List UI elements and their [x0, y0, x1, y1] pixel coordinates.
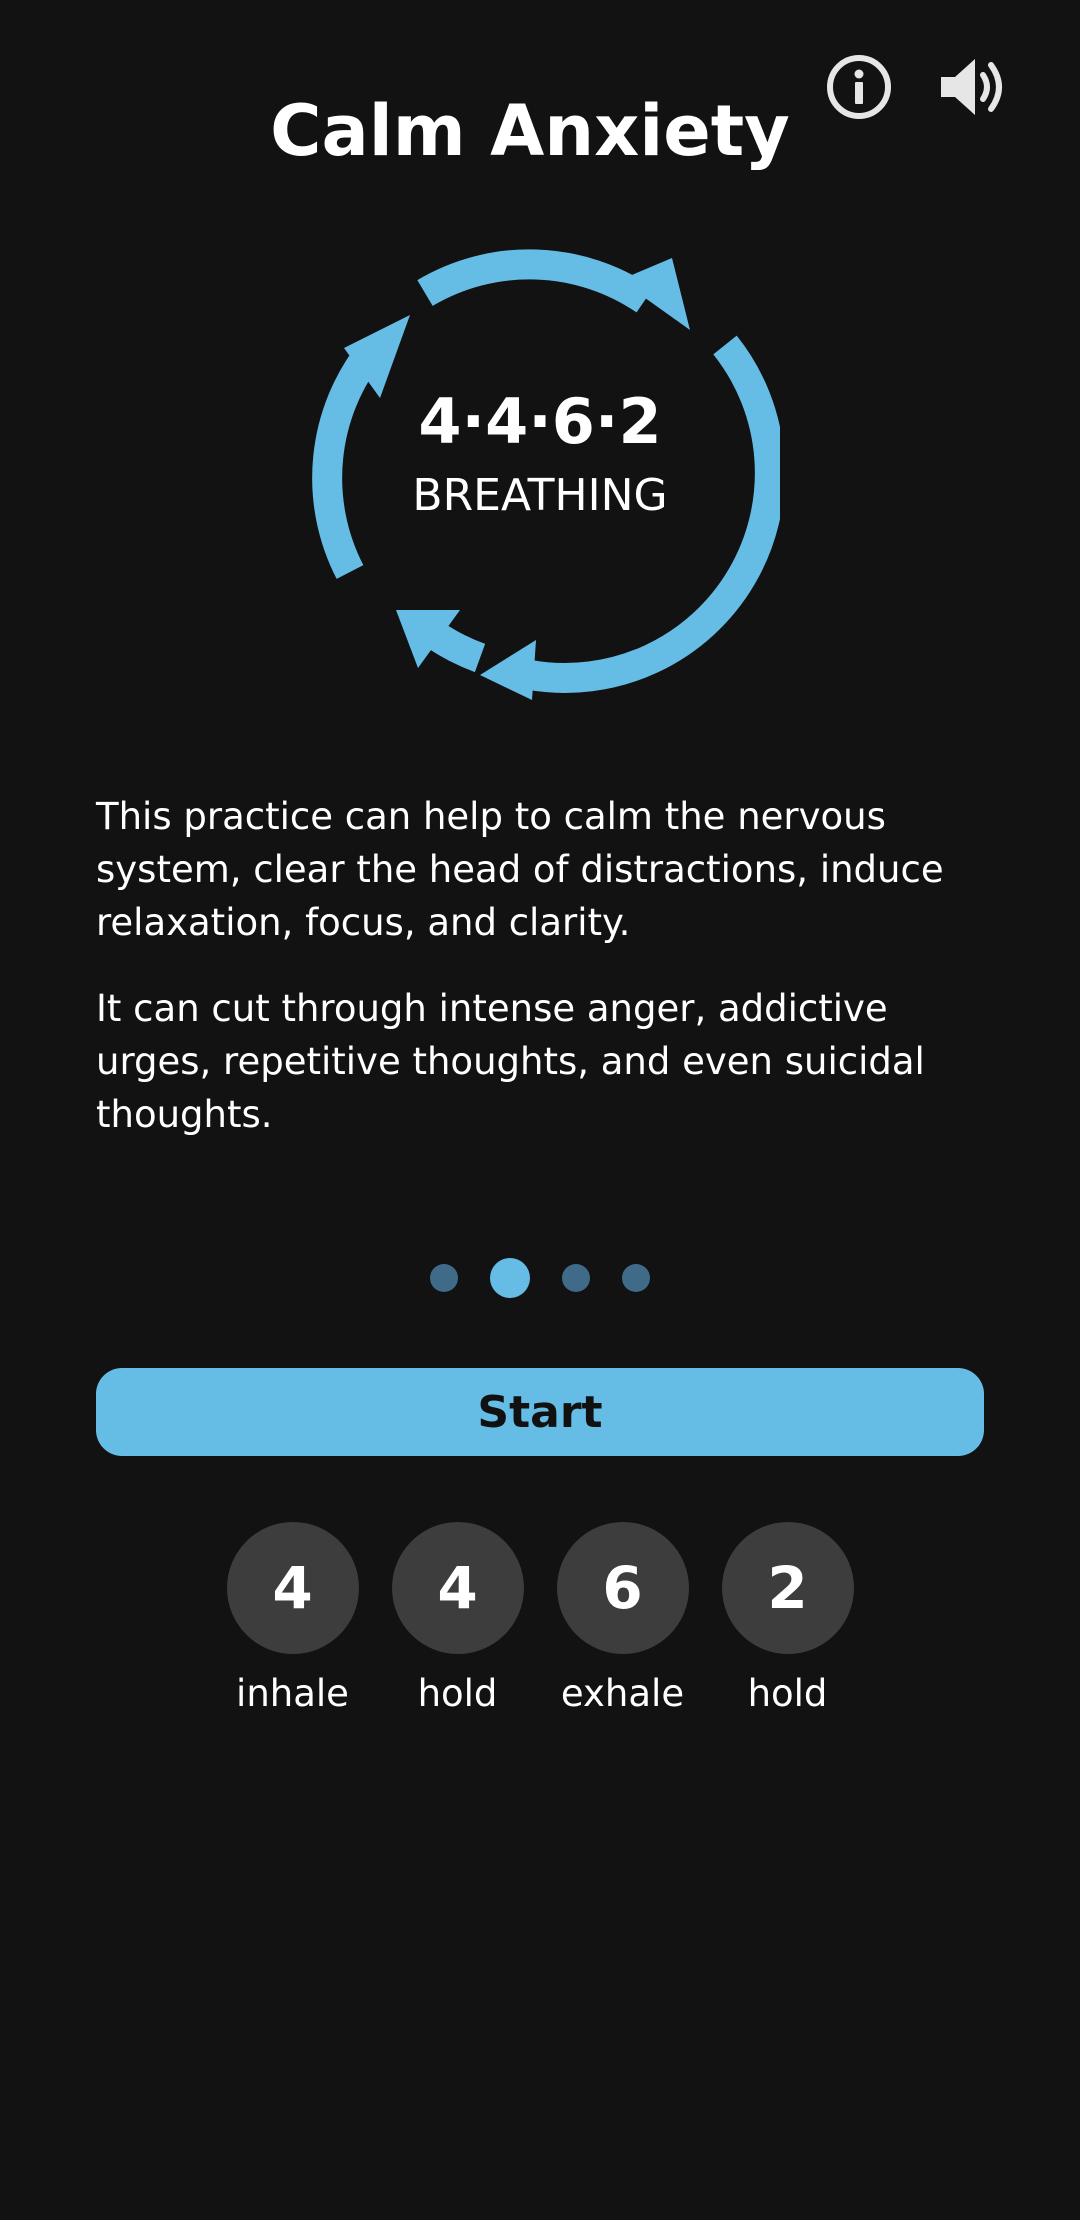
description-paragraph-2: It can cut through intense anger, addict… — [96, 987, 925, 1136]
breathing-steps: 4 inhale 4 hold 6 exhale 2 hold — [0, 1522, 1080, 1715]
page-dot-2-active[interactable] — [490, 1258, 530, 1298]
page-dot-1[interactable] — [430, 1264, 458, 1292]
logo-number: 4·4·6·2 — [418, 385, 662, 458]
start-button[interactable]: Start — [96, 1368, 984, 1456]
step-value[interactable]: 4 — [391, 1522, 524, 1654]
step-label: exhale — [560, 1672, 685, 1715]
step-label: hold — [747, 1672, 828, 1715]
step-label: inhale — [236, 1672, 349, 1715]
step-value[interactable]: 2 — [721, 1522, 854, 1654]
step-hold-2: 2 hold — [721, 1522, 854, 1715]
step-inhale: 4 inhale — [226, 1522, 359, 1715]
page-dot-4[interactable] — [622, 1264, 650, 1292]
logo-word: BREATHING — [412, 470, 668, 521]
step-value[interactable]: 4 — [226, 1522, 359, 1654]
step-exhale: 6 exhale — [556, 1522, 689, 1715]
step-label: hold — [417, 1672, 498, 1715]
page-dot-3[interactable] — [562, 1264, 590, 1292]
page-title: Calm Anxiety — [270, 90, 790, 172]
description-paragraph-1: This practice can help to calm the nervo… — [96, 795, 944, 944]
page-indicator — [0, 1258, 1080, 1298]
step-value[interactable]: 6 — [556, 1522, 689, 1654]
step-hold-1: 4 hold — [391, 1522, 524, 1715]
